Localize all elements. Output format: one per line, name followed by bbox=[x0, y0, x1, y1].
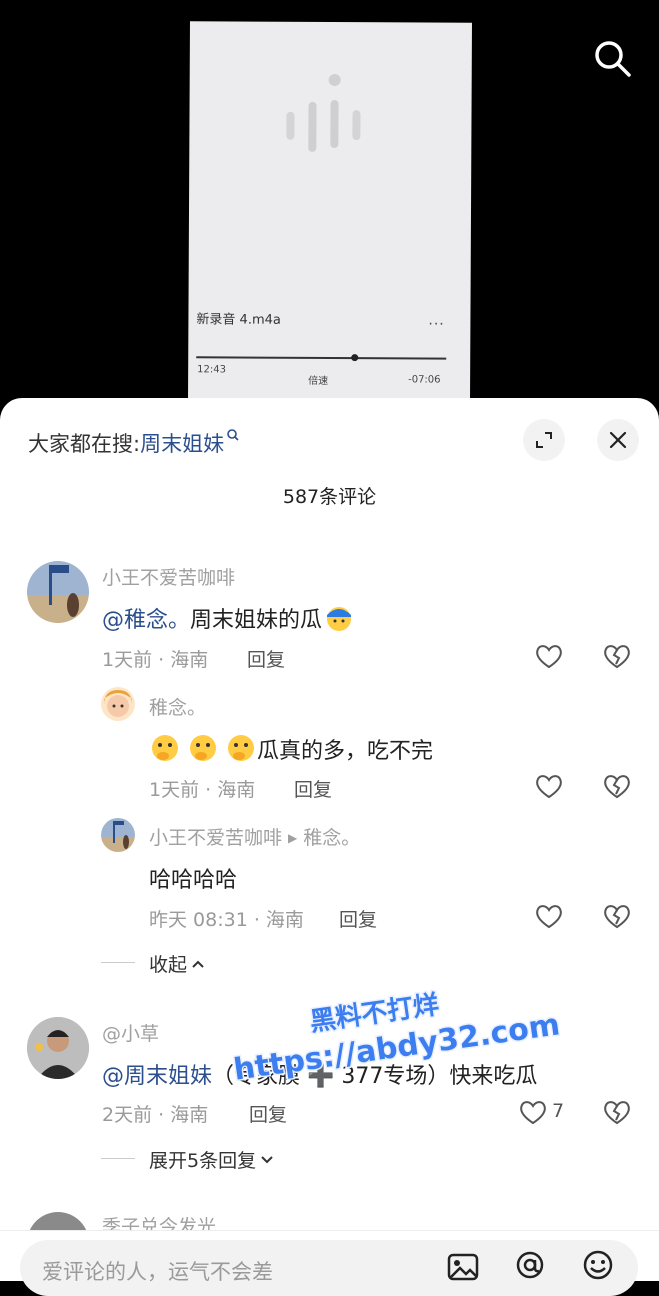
image-icon[interactable] bbox=[446, 1252, 480, 1282]
avatar[interactable] bbox=[27, 1017, 89, 1079]
comment-body: 周末姐妹的瓜 bbox=[190, 608, 323, 633]
emoji-icon[interactable] bbox=[581, 1250, 615, 1280]
comment-count: 587条评论 bbox=[282, 486, 377, 508]
reply-text: 哈哈哈哈 bbox=[149, 868, 238, 893]
video-frame: 新录音 4.m4a ... 12:43 倍速 -07:06 bbox=[188, 21, 472, 401]
reply-target[interactable]: 稚念。 bbox=[303, 827, 360, 849]
expand-icon bbox=[536, 432, 552, 448]
reply-button[interactable]: 回复 bbox=[247, 645, 285, 672]
time-remaining: -07:06 bbox=[408, 374, 441, 386]
comment-input-placeholder: 爱评论的人，运气不会差 bbox=[42, 1260, 273, 1284]
avatar-image bbox=[27, 1017, 89, 1079]
playback-progress bbox=[196, 354, 447, 362]
reply-meta: 1天前 · 海南 bbox=[149, 779, 256, 801]
reply-button[interactable]: 回复 bbox=[294, 775, 332, 802]
dislike-broken-heart-icon[interactable] bbox=[601, 900, 633, 932]
speed-label: 倍速 bbox=[308, 375, 329, 387]
like-heart-icon[interactable] bbox=[533, 900, 565, 932]
reply-text: 瓜真的多，吃不完 bbox=[149, 732, 433, 765]
hot-search-bar[interactable]: 大家都在搜:周末姐妹 bbox=[28, 428, 240, 458]
thinking-face-emoji bbox=[152, 735, 254, 761]
dislike-broken-heart-icon[interactable] bbox=[601, 770, 633, 802]
reply-button[interactable]: 回复 bbox=[249, 1100, 287, 1127]
like-heart-icon[interactable] bbox=[517, 1096, 549, 1128]
divider bbox=[101, 962, 135, 963]
reply-username[interactable]: 稚念。 bbox=[149, 693, 206, 720]
small-search-icon bbox=[227, 429, 239, 441]
comment-body: （专家膜 ➕ 377专场）快来吃瓜 bbox=[212, 1064, 538, 1089]
mention-icon[interactable] bbox=[513, 1250, 547, 1280]
chevron-down-icon bbox=[261, 1156, 273, 1164]
comment-meta: 2天前 · 海南 bbox=[102, 1104, 209, 1126]
reply-arrow-icon: ▶ bbox=[288, 831, 298, 845]
mention-link[interactable]: @周末姐妹 bbox=[102, 1064, 212, 1089]
reply-button[interactable]: 回复 bbox=[339, 905, 377, 932]
hot-search-keyword[interactable]: 周末姐妹 bbox=[140, 432, 224, 456]
like-heart-icon[interactable] bbox=[533, 770, 565, 802]
collapse-label: 收起 bbox=[149, 954, 188, 976]
reply-body: 瓜真的多，吃不完 bbox=[257, 739, 434, 764]
divider bbox=[101, 1158, 135, 1159]
close-icon bbox=[609, 431, 627, 449]
dislike-broken-heart-icon[interactable] bbox=[601, 640, 633, 672]
emoji-group bbox=[149, 735, 257, 764]
voice-memo-icon bbox=[286, 74, 361, 152]
time-elapsed: 12:43 bbox=[197, 364, 227, 376]
avatar-image bbox=[104, 690, 132, 717]
close-button[interactable] bbox=[597, 419, 639, 461]
hat-face-emoji bbox=[327, 607, 352, 631]
like-count: 7 bbox=[552, 1100, 565, 1122]
comment-meta: 1天前 · 海南 bbox=[102, 649, 209, 671]
dislike-broken-heart-icon[interactable] bbox=[601, 1096, 633, 1128]
emoji bbox=[322, 607, 356, 633]
reply-author[interactable]: 小王不爱苦咖啡 bbox=[149, 827, 282, 849]
expand-replies-button[interactable]: 展开5条回复 bbox=[149, 1146, 275, 1173]
avatar[interactable] bbox=[101, 687, 135, 721]
mention-link[interactable]: @稚念。 bbox=[102, 608, 190, 633]
comment-username[interactable]: 小王不爱苦咖啡 bbox=[102, 563, 235, 590]
reply-meta: 昨天 08:31 · 海南 bbox=[149, 909, 304, 931]
avatar[interactable] bbox=[101, 818, 135, 852]
avatar[interactable] bbox=[27, 561, 89, 623]
collapse-replies-button[interactable]: 收起 bbox=[149, 950, 206, 977]
comment-text: @周末姐妹（专家膜 ➕ 377专场）快来吃瓜 bbox=[102, 1058, 537, 1090]
video-player[interactable]: 新录音 4.m4a ... 12:43 倍速 -07:06 bbox=[0, 0, 659, 430]
hot-search-prefix: 大家都在搜: bbox=[28, 432, 141, 456]
like-heart-icon[interactable] bbox=[533, 640, 565, 672]
expand-sheet-button[interactable] bbox=[523, 419, 565, 461]
expand-label: 展开5条回复 bbox=[149, 1150, 257, 1172]
search-icon[interactable] bbox=[590, 36, 634, 80]
recording-name: 新录音 4.m4a bbox=[196, 312, 281, 328]
comment-text: @稚念。周末姐妹的瓜 bbox=[102, 602, 356, 634]
avatar-image bbox=[27, 561, 89, 623]
chevron-up-icon bbox=[192, 960, 204, 968]
avatar-image bbox=[101, 818, 135, 852]
comment-username[interactable]: @小草 bbox=[102, 1019, 159, 1046]
reply-username: 小王不爱苦咖啡 ▶ 稚念。 bbox=[149, 823, 360, 850]
more-icon: ... bbox=[428, 312, 445, 329]
progress-knob bbox=[350, 354, 358, 362]
